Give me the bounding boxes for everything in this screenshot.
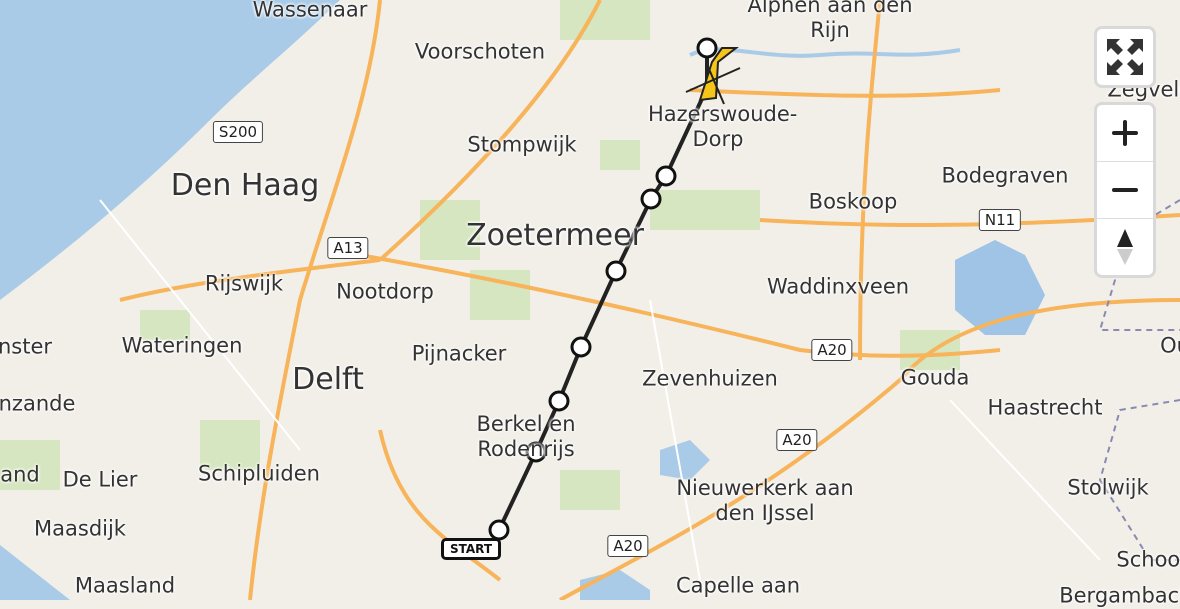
place-label: Maasland (74, 573, 176, 598)
fullscreen-icon (1107, 39, 1143, 75)
zoom-control (1094, 102, 1156, 278)
place-label: Nieuwerkerk aan den IJssel (676, 475, 854, 525)
place-label: Pijnacker (411, 341, 507, 366)
start-waypoint[interactable] (488, 519, 510, 541)
fullscreen-control (1094, 26, 1156, 88)
place-label: Wateringen (121, 333, 243, 358)
place-label: Boskoop (808, 189, 898, 214)
route-waypoint[interactable] (570, 336, 592, 358)
minus-icon (1112, 188, 1138, 192)
road-shield: A20 (811, 339, 853, 361)
place-label: nster (0, 334, 53, 359)
compass-icon (1117, 229, 1133, 265)
river (0, 545, 70, 600)
place-label: Stolwijk (1067, 475, 1149, 500)
road-shield: A20 (776, 429, 818, 451)
place-label: and (0, 462, 40, 487)
north-sea (0, 0, 340, 300)
plus-icon (1112, 120, 1138, 146)
place-label: nzande (0, 391, 76, 416)
zoom-in-button[interactable] (1097, 105, 1153, 162)
place-label: Waddinxveen (766, 274, 910, 299)
reset-bearing-button[interactable] (1097, 219, 1153, 275)
place-label: Schoon (1116, 547, 1180, 572)
start-marker-label[interactable]: START (441, 538, 502, 560)
place-label: Zoetermeer (466, 218, 644, 253)
place-label: Voorschoten (414, 39, 546, 64)
place-label: Wassenaar (252, 0, 368, 22)
route-waypoint[interactable] (548, 390, 570, 412)
place-label: Schipluiden (198, 461, 320, 486)
place-label: Delft (292, 362, 364, 397)
place-label: De Lier (62, 467, 138, 492)
route-waypoint[interactable] (605, 260, 627, 282)
route-waypoint[interactable] (696, 37, 718, 59)
place-label: Bodegraven (941, 163, 1069, 188)
zoom-out-button[interactable] (1097, 162, 1153, 219)
place-label: Berkel en Rodenrijs (476, 411, 576, 461)
place-label: Stompwijk (467, 132, 577, 157)
road-shield: A13 (327, 237, 369, 259)
road-shield: A20 (607, 535, 649, 557)
place-label: Capelle aan (675, 573, 801, 598)
place-label: Den Haag (170, 168, 320, 203)
place-label: Bergambacht (1059, 583, 1180, 608)
place-label: Gouda (900, 365, 970, 390)
place-label: Ou (1160, 333, 1180, 358)
place-label: Zevenhuizen (642, 366, 778, 391)
place-label: Alphen aan den Rijn (747, 0, 913, 42)
place-label: Nootdorp (336, 279, 434, 304)
road-shield: N11 (978, 209, 1022, 231)
fullscreen-button[interactable] (1097, 29, 1153, 85)
place-label: Haastrecht (987, 395, 1103, 420)
map-canvas[interactable] (0, 0, 1180, 600)
place-label: Rijswijk (204, 271, 284, 296)
road-shield: S200 (212, 121, 264, 143)
route-waypoint[interactable] (640, 188, 662, 210)
place-label: Maasdijk (34, 516, 126, 541)
route-waypoint[interactable] (655, 165, 677, 187)
place-label: Hazerswoude-Dorp (648, 101, 798, 151)
